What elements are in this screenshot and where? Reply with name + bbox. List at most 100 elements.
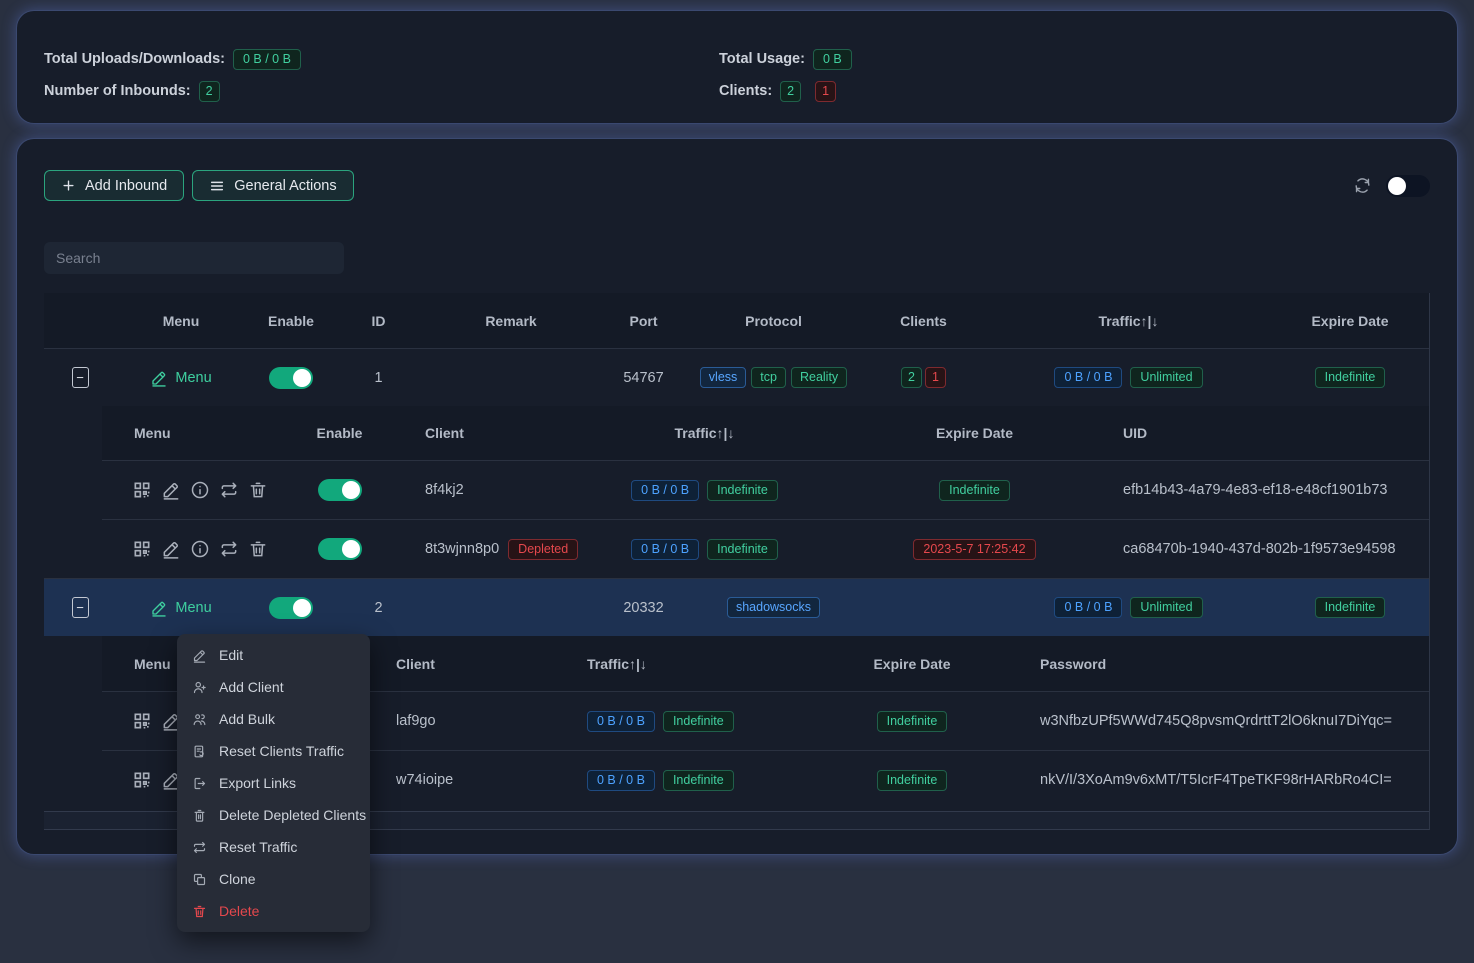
info-icon[interactable] (190, 480, 210, 500)
trash-icon[interactable] (248, 539, 268, 559)
edit-icon[interactable] (161, 539, 181, 559)
menu-item-clone[interactable]: Clone (177, 863, 370, 895)
collapse-row-button[interactable]: − (72, 367, 89, 388)
menu-item-add-client[interactable]: Add Client (177, 671, 370, 703)
header-expand-spacer (44, 293, 116, 348)
client-traffic-badge: 0 B / 0 B (587, 770, 655, 791)
uploads-downloads-label: Total Uploads/Downloads: (44, 51, 225, 67)
refresh-icon[interactable] (1353, 176, 1372, 195)
protocol-tag-vless: vless (700, 367, 746, 388)
client-duration-badge: Indefinite (707, 539, 778, 560)
general-actions-button[interactable]: General Actions (192, 170, 353, 201)
qrcode-icon[interactable] (132, 539, 152, 559)
client-uid: efb14b43-4a79-4e83-ef18-e48cf1901b73 (1097, 461, 1429, 519)
reset-traffic-icon[interactable] (219, 480, 239, 500)
plus-icon (61, 178, 76, 193)
header-id: ID (336, 293, 421, 348)
general-actions-label: General Actions (234, 178, 336, 194)
reset-traffic-icon[interactable] (219, 539, 239, 559)
copy-icon (192, 872, 207, 887)
client-expire-badge: Indefinite (877, 770, 948, 791)
inbound-menu-button[interactable]: Menu (150, 369, 211, 387)
client-expire-badge: Indefinite (939, 480, 1010, 501)
inbound-remark (421, 349, 601, 406)
inbound-context-menu: Edit Add Client Add Bulk Reset Clients T… (177, 634, 370, 932)
clients-active-count: 2 (780, 81, 801, 102)
inbound-menu-label: Menu (175, 600, 211, 616)
menu-item-edit[interactable]: Edit (177, 639, 370, 671)
client-header-menu: Menu (102, 406, 302, 460)
expire-badge: Indefinite (1315, 597, 1386, 618)
client-name: 8t3wjnn8p0 (425, 541, 499, 557)
client-password: nkV/I/3XoAm9v6xMT/T5IcrF4TpeTKF98rHARbRo… (982, 751, 1429, 809)
inbound-menu-button[interactable]: Menu (150, 599, 211, 617)
menu-item-reset-clients-traffic[interactable]: Reset Clients Traffic (177, 735, 370, 767)
auto-refresh-toggle[interactable] (1386, 175, 1430, 197)
client-header-traffic-sort[interactable]: Traffic↑|↓ (557, 636, 842, 691)
pencil-icon (150, 599, 168, 617)
menu-item-export-links[interactable]: Export Links (177, 767, 370, 799)
inbound-menu-label: Menu (175, 370, 211, 386)
inbound-row-1: − Menu 1 54767 vless tcp Reality 2 1 0 (44, 348, 1429, 406)
traffic-badge: 0 B / 0 B (1054, 367, 1122, 388)
client-name: laf9go (382, 692, 557, 750)
edit-icon[interactable] (161, 480, 181, 500)
client-table-vless: Menu Enable Client Traffic↑|↓ Expire Dat… (102, 406, 1429, 578)
qrcode-icon[interactable] (132, 711, 152, 731)
menu-item-add-bulk[interactable]: Add Bulk (177, 703, 370, 735)
stat-uploads-downloads: Total Uploads/Downloads: 0 B / 0 B (44, 48, 719, 70)
traffic-badge: 0 B / 0 B (1054, 597, 1122, 618)
client-password: w3NfbzUPf5WWd745Q8pvsmQrdrttT2lO6knuI7Di… (982, 692, 1429, 750)
traffic-limit-badge: Unlimited (1130, 367, 1202, 388)
header-port: Port (601, 293, 686, 348)
inbound-enable-toggle[interactable] (269, 367, 313, 389)
hamburger-icon (209, 178, 225, 194)
client-header-traffic-sort[interactable]: Traffic↑|↓ (557, 406, 852, 460)
menu-item-delete[interactable]: Delete (177, 895, 370, 927)
client-duration-badge: Indefinite (707, 480, 778, 501)
client-row: 8t3wjnn8p0 Depleted 0 B / 0 B Indefinite… (102, 519, 1429, 578)
menu-item-delete-depleted-clients[interactable]: Delete Depleted Clients (177, 799, 370, 831)
client-enable-toggle[interactable] (318, 538, 362, 560)
client-duration-badge: Indefinite (663, 711, 734, 732)
inbound-id: 1 (336, 349, 421, 406)
toolbar: Add Inbound General Actions (44, 170, 1430, 201)
header-protocol: Protocol (686, 293, 861, 348)
qrcode-icon[interactable] (132, 770, 152, 790)
export-icon (192, 776, 207, 791)
traffic-limit-badge: Unlimited (1130, 597, 1202, 618)
clients-depleted-count: 1 (815, 81, 836, 102)
add-inbound-button[interactable]: Add Inbound (44, 170, 184, 201)
stats-panel: Total Uploads/Downloads: 0 B / 0 B Numbe… (16, 10, 1458, 124)
inbound-clients-empty (861, 579, 986, 636)
stat-inbounds: Number of Inbounds: 2 (44, 80, 719, 102)
header-traffic-sort[interactable]: Traffic↑|↓ (986, 293, 1271, 348)
client-traffic-badge: 0 B / 0 B (587, 711, 655, 732)
search-input[interactable] (44, 242, 344, 274)
client-enable-toggle[interactable] (318, 479, 362, 501)
add-inbound-label: Add Inbound (85, 178, 167, 194)
clients-label: Clients: (719, 83, 772, 99)
total-usage-value: 0 B (813, 49, 852, 70)
inbound-enable-toggle[interactable] (269, 597, 313, 619)
expire-badge: Indefinite (1315, 367, 1386, 388)
client-duration-badge: Indefinite (663, 770, 734, 791)
protocol-tag-reality: Reality (791, 367, 847, 388)
stat-clients: Clients: 2 1 (719, 80, 1430, 102)
client-header-client: Client (377, 406, 557, 460)
collapse-row-button[interactable]: − (72, 597, 89, 618)
client-expire-badge: 2023-5-7 17:25:42 (913, 539, 1035, 560)
inbounds-label: Number of Inbounds: (44, 83, 191, 99)
user-add-icon (192, 680, 207, 695)
header-expire: Expire Date (1271, 293, 1429, 348)
trash-icon[interactable] (248, 480, 268, 500)
client-name: 8f4kj2 (377, 461, 557, 519)
inbound-id: 2 (336, 579, 421, 636)
menu-item-reset-traffic[interactable]: Reset Traffic (177, 831, 370, 863)
trash-clients-icon (192, 808, 207, 823)
qrcode-icon[interactable] (132, 480, 152, 500)
info-icon[interactable] (190, 539, 210, 559)
inbound-port: 54767 (601, 349, 686, 406)
clients-active-badge: 2 (901, 367, 922, 388)
client-table-vless-header: Menu Enable Client Traffic↑|↓ Expire Dat… (102, 406, 1429, 460)
